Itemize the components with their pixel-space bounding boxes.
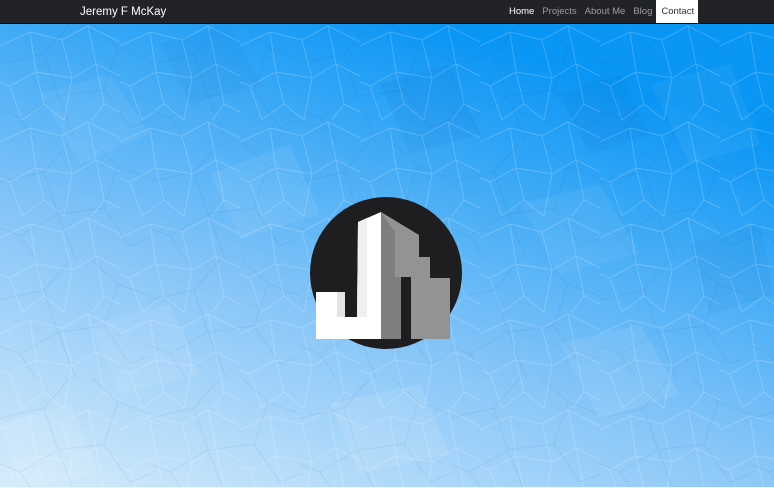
nav-links: Home Projects About Me Blog Contact [504, 0, 699, 23]
jm-logo [310, 197, 462, 349]
nav-about-link[interactable]: About Me [581, 0, 630, 23]
brand-link[interactable]: Jeremy F McKay [80, 4, 166, 20]
nav-home-link[interactable]: Home [504, 0, 538, 23]
nav-contact-link[interactable]: Contact [656, 0, 699, 23]
hero-banner [0, 24, 774, 487]
top-navbar: Jeremy F McKay Home Projects About Me Bl… [0, 0, 774, 24]
nav-projects-link[interactable]: Projects [538, 0, 580, 23]
logo-letter-j-shade [357, 218, 367, 317]
logo-letter-j-shade [337, 292, 345, 317]
nav-blog-link[interactable]: Blog [629, 0, 656, 23]
